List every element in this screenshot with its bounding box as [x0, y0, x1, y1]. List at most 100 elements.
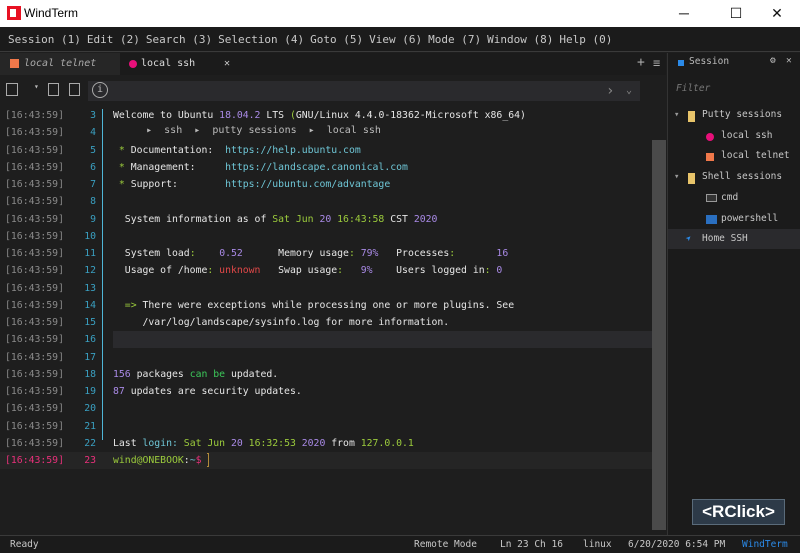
tab-local-telnet[interactable]: local telnet	[0, 53, 120, 75]
text-segment: from	[325, 437, 361, 449]
maximize-button[interactable]: ☐	[713, 0, 759, 27]
text-segment: *	[113, 179, 131, 190]
tab-menu-button[interactable]: ≡	[653, 53, 660, 73]
panel-close-icon[interactable]: ✕	[786, 55, 792, 66]
timestamp: [16:43:59]	[5, 437, 64, 449]
timestamp: [16:43:59]	[5, 196, 64, 208]
text-segment: can be	[189, 368, 226, 380]
close-session-icon[interactable]	[48, 83, 59, 96]
text-segment: :	[348, 248, 361, 259]
terminal-line: [16:43:59] 19 87 updates are security upda…	[0, 383, 652, 400]
session-item[interactable]: cmd	[668, 188, 800, 208]
terminal-line: [16:43:59] 23 wind@ONEBOOK:~$	[0, 452, 652, 469]
tab-close-icon[interactable]: ✕	[224, 53, 230, 75]
session-label: Putty sessions	[702, 109, 783, 120]
text-segment: Users logged in	[372, 265, 485, 277]
tab-bar: local telnet local ssh ✕ + ≡	[0, 53, 666, 75]
terminal-line: [16:43:59] 6 * Management: https://landsc…	[0, 159, 652, 176]
menu-session[interactable]: Session (1)	[8, 33, 81, 46]
line-number: 12	[84, 265, 96, 277]
menu-edit[interactable]: Edit (2)	[87, 33, 140, 46]
chevron-down-icon[interactable]: ▾	[34, 82, 39, 91]
text-segment: 2020	[413, 213, 438, 225]
timestamp: [16:43:59]	[5, 110, 64, 121]
status-ready: Ready	[10, 539, 39, 550]
chevron-down-icon[interactable]: ⌄	[626, 81, 632, 101]
text-segment: =>	[113, 299, 143, 311]
status-os[interactable]: linux	[583, 536, 612, 553]
session-item[interactable]: local telnet	[668, 146, 800, 166]
line-number: 13	[84, 282, 96, 294]
send-icon: ➤	[683, 232, 696, 245]
menu-window[interactable]: Window (8)	[487, 33, 553, 46]
breadcrumb: i ▸ ssh ▸ putty sessions ▸ local ssh › ⌄	[88, 81, 640, 136]
line-text: 87 updates are security updates.	[113, 383, 302, 400]
terminal-line: [16:43:59] 15 /var/log/landscape/sysinfo.…	[0, 314, 652, 331]
menu-search[interactable]: Search (3)	[146, 33, 212, 46]
text-segment: /var/log/landscape/sysinfo.log for more …	[113, 317, 450, 328]
filter-input[interactable]: Filter	[676, 83, 710, 94]
timestamp: [16:43:59]	[5, 161, 64, 173]
status-mode[interactable]: Remote Mode	[414, 536, 477, 553]
text-segment: :	[189, 248, 220, 259]
new-tab-button[interactable]: +	[637, 53, 645, 73]
text-segment: 9%	[360, 265, 373, 277]
duplicate-session-icon[interactable]	[69, 83, 80, 96]
menu-selection[interactable]: Selection (4)	[218, 33, 304, 46]
scrollbar-thumb[interactable]	[652, 140, 666, 530]
circle-icon	[706, 132, 714, 141]
menu-goto[interactable]: Goto (5)	[310, 33, 363, 46]
session-label: Home SSH	[702, 233, 748, 245]
text-segment: *	[113, 144, 131, 156]
minimize-button[interactable]: ─	[661, 0, 707, 27]
timestamp: [16:43:59]	[5, 248, 64, 259]
menu-help[interactable]: Help (0)	[559, 33, 612, 46]
session-label: local telnet	[721, 150, 790, 162]
text-segment: unknown	[219, 265, 261, 277]
text-segment: 16:32:53	[242, 437, 302, 449]
text-segment: https://ubuntu.com/advantage	[225, 179, 391, 190]
text-segment: 18.04.2	[219, 110, 261, 121]
menu-bar: Session (1) Edit (2) Search (3) Selectio…	[0, 27, 800, 52]
status-app[interactable]: WindTerm	[742, 536, 788, 553]
session-item[interactable]: ▾ Shell sessions	[668, 167, 800, 187]
info-icon[interactable]: i	[92, 82, 108, 98]
text-segment: GNU/Linux 4.4.0-18362-Microsoft x86_64)	[295, 110, 526, 121]
status-position[interactable]: Ln 23 Ch 16	[500, 536, 563, 553]
menu-view[interactable]: View (6)	[369, 33, 422, 46]
text-segment: Usage of /home	[113, 265, 208, 277]
terminal-line: [16:43:59] 12 Usage of /home: unknown Swa…	[0, 262, 652, 279]
line-text: * Documentation: https://help.ubuntu.com	[113, 142, 361, 159]
line-number: 14	[84, 299, 96, 311]
expand-arrow-icon[interactable]: ▾	[674, 167, 679, 187]
status-datetime: 6/20/2020 6:54 PM	[628, 539, 726, 550]
menu-mode[interactable]: Mode (7)	[428, 33, 481, 46]
timestamp: [16:43:59]	[5, 351, 64, 363]
session-item[interactable]: powershell	[668, 209, 800, 229]
session-item[interactable]: ▾ Putty sessions	[668, 105, 800, 125]
line-number: 22	[84, 437, 96, 449]
new-session-icon[interactable]	[6, 83, 18, 96]
tab-local-ssh[interactable]: local ssh ✕	[120, 53, 240, 75]
text-segment: Welcome to Ubuntu	[113, 110, 220, 121]
session-label: cmd	[721, 191, 739, 203]
terminal-output[interactable]: [16:43:59] 3 Welcome to Ubuntu 18.04.2 LTS…	[0, 105, 652, 530]
chevron-right-icon[interactable]: ›	[606, 81, 614, 101]
timestamp: [16:43:59]	[5, 213, 64, 225]
terminal-line: [16:43:59] 16	[0, 331, 652, 349]
terminal-line: [16:43:59] 5 * Documentation: https://hel…	[0, 142, 652, 159]
powershell-icon	[706, 214, 717, 224]
expand-arrow-icon[interactable]: ▾	[674, 105, 679, 125]
line-number: 17	[84, 351, 96, 363]
timestamp: [16:43:59]	[5, 265, 64, 277]
close-button[interactable]: ✕	[754, 0, 800, 27]
gear-icon[interactable]: ⚙	[770, 55, 776, 66]
line-text: wind@ONEBOOK:~$	[113, 452, 210, 469]
timestamp: [16:43:59]	[5, 368, 64, 380]
session-item[interactable]: local ssh	[668, 126, 800, 146]
panel-square-icon	[678, 60, 684, 66]
session-item[interactable]: ➤ Home SSH	[668, 229, 800, 250]
text-segment: Sat Jun	[183, 437, 231, 449]
timestamp: [16:43:59]	[5, 179, 64, 190]
text-segment: https://landscape.canonical.com	[225, 161, 408, 173]
